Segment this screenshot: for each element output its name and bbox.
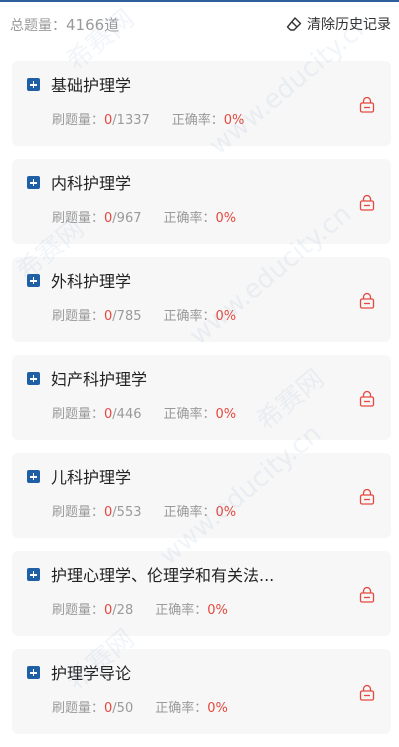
subject-title: 内科护理学 — [51, 174, 132, 193]
plus-icon — [27, 372, 40, 385]
lock-icon — [359, 488, 375, 505]
subject-stats: 刷题量：0/50 正确率：0% — [52, 697, 228, 716]
total-count: /1337 — [112, 113, 150, 128]
accuracy-value: 0% — [215, 505, 237, 520]
subject-title: 妇产科护理学 — [51, 370, 148, 389]
plus-icon — [27, 568, 40, 581]
subject-title: 外科护理学 — [51, 272, 132, 291]
subject-card[interactable]: 内科护理学 刷题量：0/967 正确率：0% — [12, 159, 391, 244]
total-count: /28 — [112, 603, 134, 618]
lock-icon — [359, 96, 375, 113]
lock-icon — [359, 586, 375, 603]
total-count: 4166道 — [66, 15, 120, 34]
lock-icon — [359, 292, 375, 309]
lock-icon — [359, 390, 375, 407]
done-label: 刷题量： — [52, 113, 105, 128]
accuracy-label: 正确率： — [163, 309, 216, 324]
subject-card[interactable]: 护理学导论 刷题量：0/50 正确率：0% — [12, 649, 391, 734]
accuracy-value: 0% — [207, 603, 228, 618]
accuracy-label: 正确率： — [163, 407, 216, 422]
plus-icon — [27, 176, 40, 189]
total-questions: 总题量：4166道 — [10, 14, 119, 35]
done-label: 刷题量： — [52, 603, 105, 618]
subject-card[interactable]: 儿科护理学 刷题量：0/553 正确率：0% — [12, 453, 391, 538]
done-label: 刷题量： — [52, 701, 105, 716]
subject-stats: 刷题量：0/446 正确率：0% — [52, 403, 236, 422]
subject-stats: 刷题量：0/967 正确率：0% — [52, 207, 236, 226]
accuracy-label: 正确率： — [171, 113, 224, 128]
accuracy-label: 正确率： — [155, 603, 208, 618]
done-label: 刷题量： — [52, 211, 105, 226]
subject-title: 护理学导论 — [51, 664, 132, 683]
plus-icon — [27, 666, 40, 679]
accuracy-value: 0% — [215, 309, 237, 324]
accuracy-value: 0% — [215, 407, 237, 422]
subject-title: 护理心理学、伦理学和有关法... — [51, 566, 275, 585]
subject-stats: 刷题量：0/1337 正确率：0% — [52, 109, 244, 128]
plus-icon — [27, 78, 40, 91]
total-label: 总题量： — [10, 17, 66, 34]
subject-card[interactable]: 妇产科护理学 刷题量：0/446 正确率：0% — [12, 355, 391, 440]
header-bar: 总题量：4166道 清除历史记录 — [0, 2, 399, 46]
clear-history-label: 清除历史记录 — [307, 17, 391, 33]
subject-card[interactable]: 护理心理学、伦理学和有关法... 刷题量：0/28 正确率：0% — [12, 551, 391, 636]
subject-card[interactable]: 基础护理学 刷题量：0/1337 正确率：0% — [12, 61, 391, 146]
plus-icon — [27, 274, 40, 287]
subject-stats: 刷题量：0/28 正确率：0% — [52, 599, 228, 618]
subject-card[interactable]: 外科护理学 刷题量：0/785 正确率：0% — [12, 257, 391, 342]
done-label: 刷题量： — [52, 309, 105, 324]
total-count: /446 — [112, 407, 142, 422]
done-label: 刷题量： — [52, 407, 105, 422]
clear-history-button[interactable]: 清除历史记录 — [286, 14, 391, 34]
eraser-icon — [286, 17, 302, 31]
lock-icon — [359, 684, 375, 701]
subject-title: 儿科护理学 — [51, 468, 132, 487]
total-count: /553 — [112, 505, 142, 520]
accuracy-label: 正确率： — [155, 701, 208, 716]
subject-title: 基础护理学 — [51, 76, 132, 95]
accuracy-value: 0% — [207, 701, 228, 716]
total-count: /785 — [112, 309, 142, 324]
lock-icon — [359, 194, 375, 211]
subject-stats: 刷题量：0/785 正确率：0% — [52, 305, 236, 324]
subject-list: 基础护理学 刷题量：0/1337 正确率：0% 内科护理学 刷题量：0/967 正确… — [12, 61, 391, 747]
accuracy-label: 正确率： — [163, 505, 216, 520]
accuracy-label: 正确率： — [163, 211, 216, 226]
plus-icon — [27, 470, 40, 483]
total-count: /967 — [112, 211, 142, 226]
accuracy-value: 0% — [223, 113, 245, 128]
accuracy-value: 0% — [215, 211, 237, 226]
subject-stats: 刷题量：0/553 正确率：0% — [52, 501, 236, 520]
total-count: /50 — [112, 701, 134, 716]
done-label: 刷题量： — [52, 505, 105, 520]
